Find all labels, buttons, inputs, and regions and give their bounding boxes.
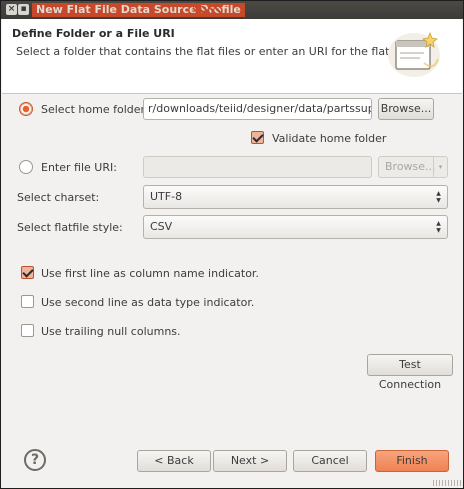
wizard-banner-icon (388, 31, 440, 77)
page-title: Define Folder or a File URI (12, 27, 175, 40)
test-connection-button[interactable]: Test Connection (367, 354, 453, 391)
cancel-button[interactable]: Cancel (293, 450, 367, 472)
second-line-data-type-checkbox[interactable] (21, 295, 34, 308)
validate-home-folder-label: Validate home folder (272, 132, 387, 145)
first-line-column-names-label: Use first line as column name indicator. (41, 267, 259, 280)
minimize-window-button[interactable]: ▪ (18, 4, 29, 15)
file-uri-label: Enter file URI: (41, 161, 117, 174)
home-folder-input[interactable]: r/downloads/teiid/designer/data/partssup… (143, 98, 372, 120)
trailing-null-columns-label: Use trailing null columns. (41, 325, 181, 338)
title-bar[interactable]: × ▪ New Flat File Data Source Profile (1, 1, 463, 19)
file-uri-input[interactable] (143, 156, 372, 178)
validate-home-folder-checkbox[interactable] (251, 131, 264, 144)
finish-button[interactable]: Finish (375, 450, 449, 472)
home-folder-radio[interactable] (19, 102, 33, 116)
close-window-button[interactable]: × (6, 4, 17, 15)
file-uri-radio[interactable] (19, 160, 33, 174)
flatfile-style-value: CSV (150, 220, 173, 233)
resize-grip[interactable] (433, 480, 461, 486)
first-line-column-names-checkbox[interactable] (21, 266, 34, 279)
next-button[interactable]: Next > (213, 450, 287, 472)
flatfile-style-select[interactable]: CSV ▲ ▼ (143, 215, 448, 239)
chevron-down-icon[interactable]: ▾ (433, 157, 447, 177)
charset-label: Select charset: (17, 191, 100, 204)
title-grip (193, 6, 221, 15)
second-line-data-type-label: Use second line as data type indicator. (41, 296, 255, 309)
updown-arrows-icon: ▲ ▼ (436, 190, 441, 204)
wizard-window: × ▪ New Flat File Data Source Profile De… (0, 0, 464, 489)
help-icon[interactable]: ? (24, 449, 46, 471)
home-folder-label: Select home folder: (41, 103, 149, 116)
back-button[interactable]: < Back (137, 450, 211, 472)
wizard-header: Define Folder or a File URI Select a fol… (2, 19, 462, 94)
file-uri-browse-button[interactable]: Browse... ▾ (378, 156, 448, 178)
updown-arrows-icon: ▲ ▼ (436, 220, 441, 234)
file-uri-browse-label: Browse... (385, 160, 436, 173)
page-description: Select a folder that contains the flat f… (16, 45, 414, 58)
home-folder-browse-button[interactable]: Browse... (378, 98, 434, 120)
trailing-null-columns-checkbox[interactable] (21, 324, 34, 337)
charset-value: UTF-8 (150, 190, 183, 203)
charset-select[interactable]: UTF-8 ▲ ▼ (143, 185, 448, 209)
flatfile-style-label: Select flatfile style: (17, 221, 123, 234)
